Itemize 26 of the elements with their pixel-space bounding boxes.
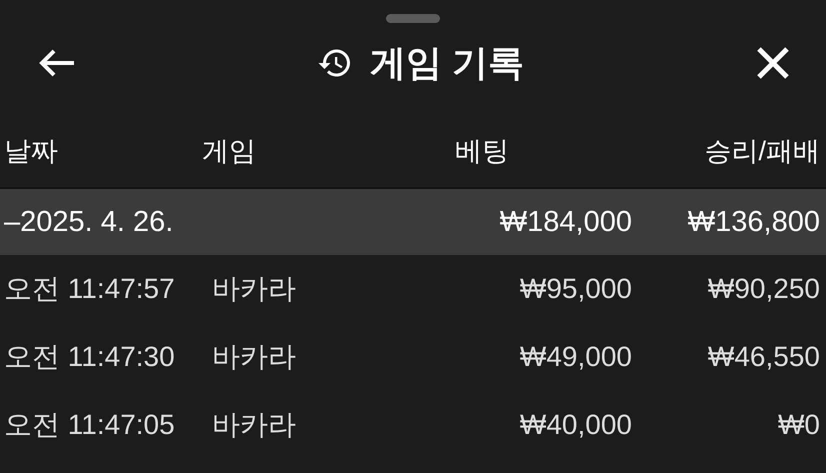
column-header: 승리/패배 bbox=[704, 135, 820, 168]
result-cell-text: ₩46,550 bbox=[706, 341, 820, 373]
bet-cell-text: ₩40,000 bbox=[518, 409, 632, 441]
back-button[interactable] bbox=[38, 48, 76, 78]
window-title: 게임 기록 bbox=[370, 40, 524, 84]
column-header: 베팅 bbox=[455, 135, 510, 168]
time-cell-text: 오전 11:47:57 bbox=[4, 272, 176, 306]
bet-cell-text: ₩49,000 bbox=[518, 341, 632, 373]
back-arrow-icon bbox=[38, 48, 76, 78]
result-cell-text: ₩0 bbox=[777, 409, 820, 441]
bet-cell-text: ₩95,000 bbox=[518, 273, 632, 305]
time-cell-text: 오전 11:47:05 bbox=[4, 408, 176, 442]
game-cell-text: 바카라 bbox=[212, 408, 297, 442]
drag-handle[interactable] bbox=[386, 14, 440, 23]
time-cell-text: 오전 11:47:30 bbox=[4, 340, 176, 374]
group-result-total: ₩136,800 bbox=[686, 206, 820, 238]
close-button[interactable] bbox=[756, 46, 790, 80]
column-header: 게임 bbox=[202, 135, 257, 168]
date-group-row[interactable]: –2025. 4. 26. ₩184,000 ₩136,800 bbox=[0, 189, 826, 255]
group-date: –2025. 4. 26. bbox=[4, 206, 174, 238]
result-cell-text: ₩90,250 bbox=[706, 273, 820, 305]
game-cell-text: 바카라 bbox=[212, 272, 297, 306]
group-bet-total: ₩184,000 bbox=[498, 206, 632, 238]
close-icon bbox=[756, 46, 790, 80]
game-cell-text: 바카라 bbox=[212, 340, 297, 374]
column-header: 날짜 bbox=[4, 135, 59, 168]
